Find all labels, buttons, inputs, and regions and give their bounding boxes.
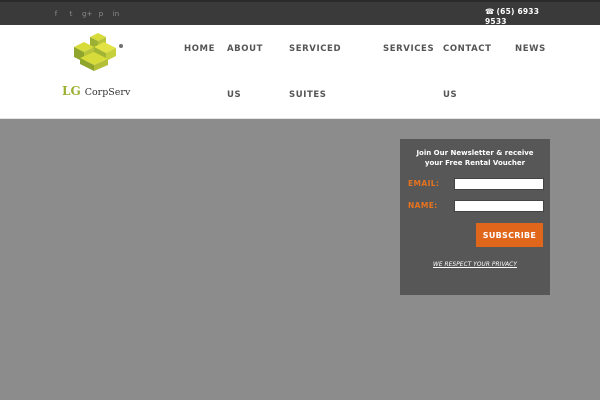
nav-about-us[interactable]: ABOUT <box>227 26 263 72</box>
top-bar: f t g+ p in ☎ (65) 6933 9533 <box>0 0 600 27</box>
nav-serviced-suites[interactable]: SERVICED <box>289 26 341 72</box>
nav-contact-us[interactable]: CONTACT <box>443 26 492 72</box>
nav-contact-us-line2[interactable]: US <box>443 72 457 118</box>
privacy-link[interactable]: WE RESPECT YOUR PRIVACY <box>427 262 523 268</box>
social-links: f t g+ p in <box>52 9 120 19</box>
company-logo[interactable] <box>60 31 160 77</box>
site-header: LG CorpServ HOME ABOUT US SERVICED SUITES… <box>0 25 600 119</box>
newsletter-title: Join Our Newsletter & receive your Free … <box>416 149 534 167</box>
logo-corpserv-text: CorpServ <box>84 87 131 98</box>
facebook-icon[interactable]: f <box>52 9 60 19</box>
linkedin-icon[interactable]: in <box>112 9 120 19</box>
google-plus-icon[interactable]: g+ <box>82 9 92 19</box>
nav-services[interactable]: SERVICES <box>383 26 434 72</box>
nav-serviced-suites-line2[interactable]: SUITES <box>289 72 327 118</box>
logo-lg-text: LG <box>62 84 81 98</box>
name-label: NAME: <box>408 201 438 210</box>
phone-icon: ☎ <box>485 7 495 16</box>
phone-number[interactable]: ☎ (65) 6933 9533 <box>485 7 555 27</box>
nav-news[interactable]: NEWS <box>515 26 546 72</box>
logo-cubes-icon <box>74 33 123 71</box>
pinterest-icon[interactable]: p <box>97 9 105 19</box>
name-field[interactable] <box>454 200 544 212</box>
newsletter-form: Join Our Newsletter & receive your Free … <box>400 139 550 295</box>
email-label: EMAIL: <box>408 179 440 188</box>
twitter-icon[interactable]: t <box>67 9 75 19</box>
nav-home[interactable]: HOME <box>184 26 215 72</box>
nav-about-us-line2[interactable]: US <box>227 72 241 118</box>
logo-wordmark[interactable]: LG CorpServ <box>62 80 130 98</box>
subscribe-button[interactable]: SUBSCRIBE <box>476 223 543 247</box>
email-field[interactable] <box>454 178 544 190</box>
